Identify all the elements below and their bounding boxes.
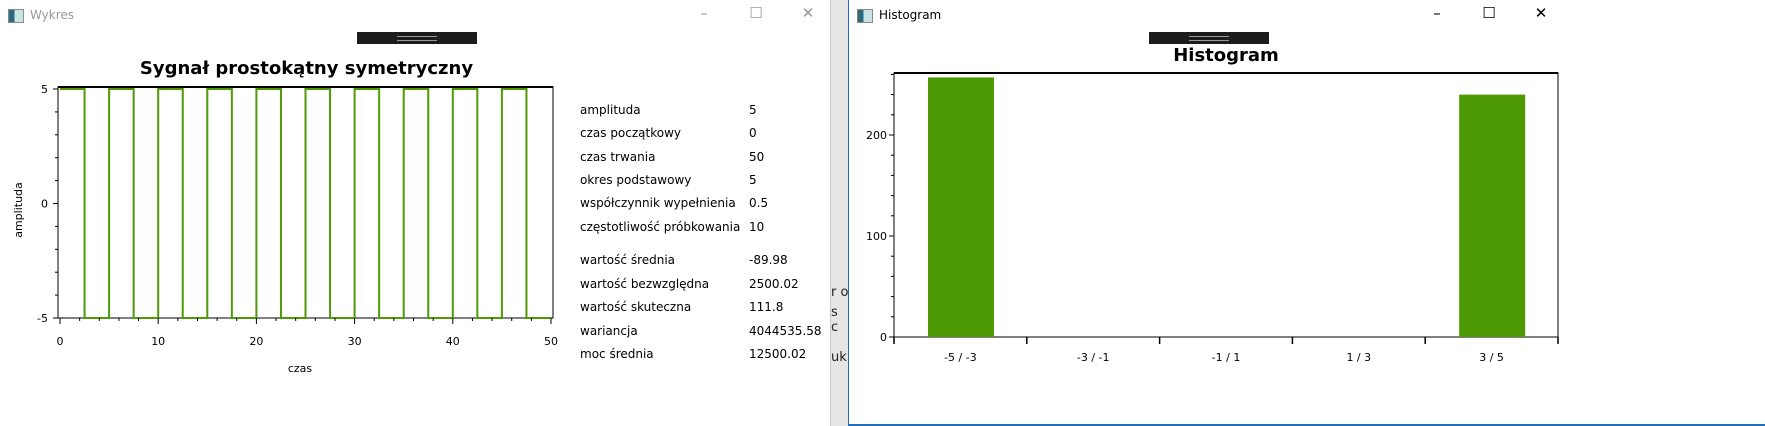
info-label: wartość bezwzględna [580,276,710,291]
y-tick-label: 0 [880,331,887,344]
info-label: czas trwania [580,149,656,164]
info-value: 0.5 [749,196,769,211]
info-value: 50 [749,149,765,164]
info-value: 111.8 [749,300,784,314]
info-value: 5 [749,172,757,187]
info-value: 0 [749,126,757,141]
info-label: wartość średnia [580,253,676,267]
maximize-button[interactable]: ☐ [746,4,766,22]
x-axis-label: czas [288,362,313,375]
info-value: 10 [749,219,765,234]
histogram-bar [1459,94,1526,337]
signal-chart: -5050 10 20 30 40 50czasamplituda [12,83,558,375]
y-tick-label: 5 [41,83,48,96]
background-text: r o [831,285,849,300]
y-tick-label: -5 [37,312,48,325]
y-tick-label: 100 [866,230,887,243]
histogram-window: Histogram – ☐ ✕ Histogram -5 / -3 -3 / -1… [848,0,1765,426]
background-text: uk [831,350,847,365]
info-label: moc średnia [580,347,654,361]
y-tick-label: 200 [866,129,887,142]
background-text: s c [831,305,839,335]
x-tick-label: 50 [544,335,558,348]
info-label: wariancja [580,323,638,338]
y-tick-label: 0 [41,198,48,211]
info-value: -89.98 [749,253,788,267]
minimize-button[interactable]: – [694,4,714,22]
info-label: wartość skuteczna [580,300,692,314]
info-label: współczynnik wypełnienia [580,196,736,211]
background-window: r o s c uk [830,0,849,426]
histogram-bar [928,77,994,338]
x-tick-label: 20 [249,335,263,348]
info-value: 5 [749,103,757,117]
x-tick-label: 1 / 3 [1346,351,1371,364]
x-tick-label: 10 [151,335,165,348]
close-button[interactable]: ✕ [798,4,818,22]
info-label: amplituda [580,103,641,117]
info-label: częstotliwość próbkowania [580,219,741,234]
y-axis-label: amplituda [12,182,25,238]
x-tick-label: -1 / 1 [1212,351,1241,364]
x-tick-label: 0 [57,335,64,348]
x-tick-label: 30 [348,335,362,348]
wykres-window: Wykres – ☐ ✕ Sygnał prostokątny symetryc… [0,0,830,426]
x-tick-label: -3 / -1 [1077,351,1110,364]
info-value: 4044535.58 [749,323,822,338]
x-tick-label: 40 [446,335,460,348]
signal-line [60,88,551,319]
x-tick-label: 3 / 5 [1479,351,1504,364]
x-tick-label: -5 / -3 [944,351,977,364]
info-label: okres podstawowy [580,172,692,187]
info-value: 12500.02 [749,347,807,361]
histogram-chart: -5 / -3 -3 / -1 -1 / 1 1 / 3 3 / 5 0 100 200 [866,72,1559,364]
info-label: czas początkowy [580,126,682,141]
info-value: 2500.02 [749,276,799,291]
